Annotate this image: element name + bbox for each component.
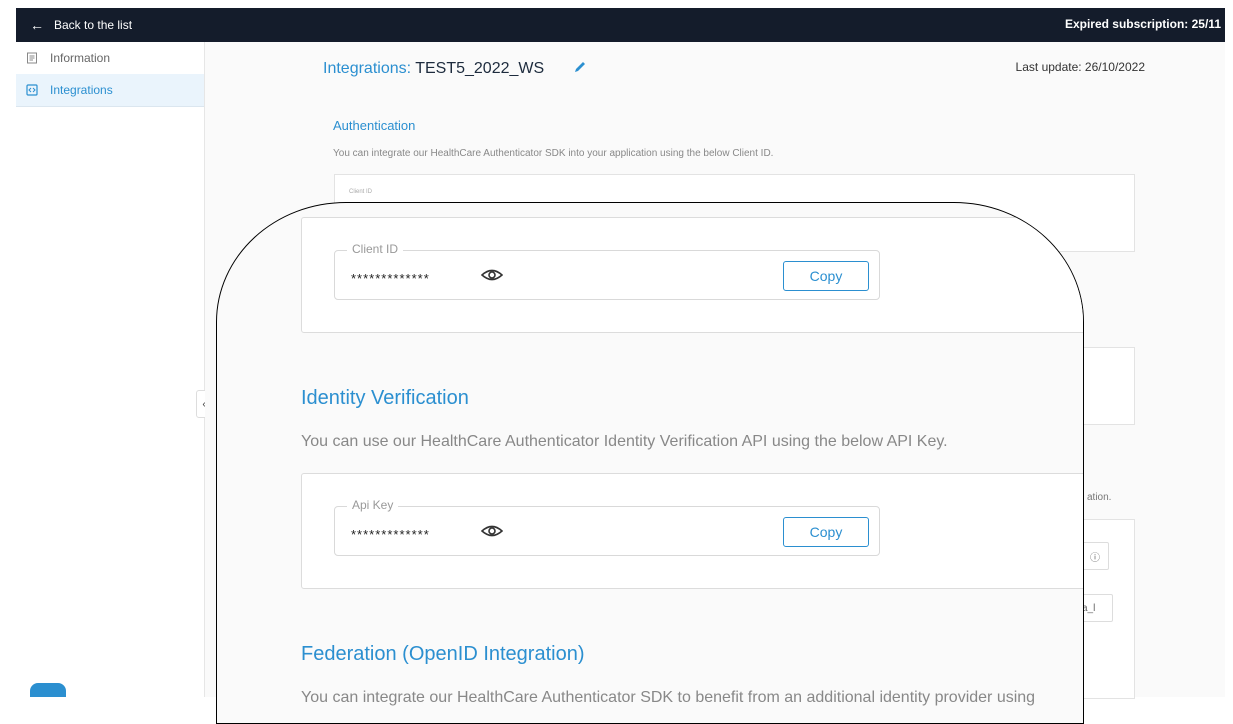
authentication-description: You can integrate our HealthCare Authent… [333, 148, 774, 159]
page-title: Integrations: TEST5_2022_WS [323, 60, 544, 78]
api-key-label: Api Key [347, 498, 399, 512]
copy-client-id-button[interactable]: Copy [783, 261, 869, 291]
authentication-heading: Authentication [333, 118, 416, 133]
federation-field-fragment[interactable]: a_l [1081, 594, 1113, 622]
client-id-mini-label: Client ID [349, 189, 373, 195]
last-update: Last update: 26/10/2022 [1015, 60, 1145, 74]
page-title-name: TEST5_2022_WS [415, 60, 545, 77]
zoom-magnifier: Client ID ************* Copy Identity Ve… [216, 202, 1084, 724]
section-description-fragment: ation. [1087, 492, 1112, 503]
api-key-field[interactable]: Api Key ************* Copy [334, 498, 880, 556]
eye-icon[interactable] [481, 267, 503, 283]
back-to-list-button[interactable]: ← Back to the list [30, 17, 132, 33]
federation-heading: Federation (OpenID Integration) [301, 643, 585, 665]
sidebar-item-label: Information [50, 51, 111, 65]
document-icon [27, 52, 37, 64]
edit-icon[interactable] [573, 60, 587, 74]
back-label: Back to the list [54, 18, 133, 32]
code-icon [26, 84, 38, 96]
eye-icon[interactable] [481, 523, 503, 539]
page-title-prefix: Integrations: [323, 60, 412, 77]
client-id-card-zoomed: Client ID ************* Copy [301, 217, 1083, 333]
sidebar-item-integrations[interactable]: Integrations [16, 74, 204, 107]
sidebar-item-label: Integrations [50, 83, 113, 97]
arrow-left-icon: ← [30, 17, 44, 33]
client-id-value: ************* [351, 271, 430, 286]
federation-description: You can integrate our HealthCare Authent… [301, 689, 1036, 706]
info-icon[interactable]: ⓘ [1081, 542, 1109, 570]
sidebar: Information Integrations [16, 42, 205, 697]
subscription-status: Expired subscription: 25/11 [1064, 17, 1221, 31]
top-bar: ← Back to the list Expired subscription:… [16, 8, 1225, 42]
client-id-label: Client ID [347, 242, 404, 256]
identity-verification-heading: Identity Verification [301, 387, 469, 409]
api-key-value: ************* [351, 527, 430, 542]
api-key-card-zoomed: Api Key ************* Copy [301, 473, 1083, 589]
app-window: ← Back to the list Expired subscription:… [0, 0, 1233, 724]
copy-api-key-button[interactable]: Copy [783, 517, 869, 547]
identity-verification-description: You can use our HealthCare Authenticator… [301, 433, 948, 450]
client-id-field[interactable]: Client ID ************* Copy [334, 242, 880, 300]
sidebar-item-information[interactable]: Information [16, 42, 204, 74]
app-logo [30, 683, 66, 697]
